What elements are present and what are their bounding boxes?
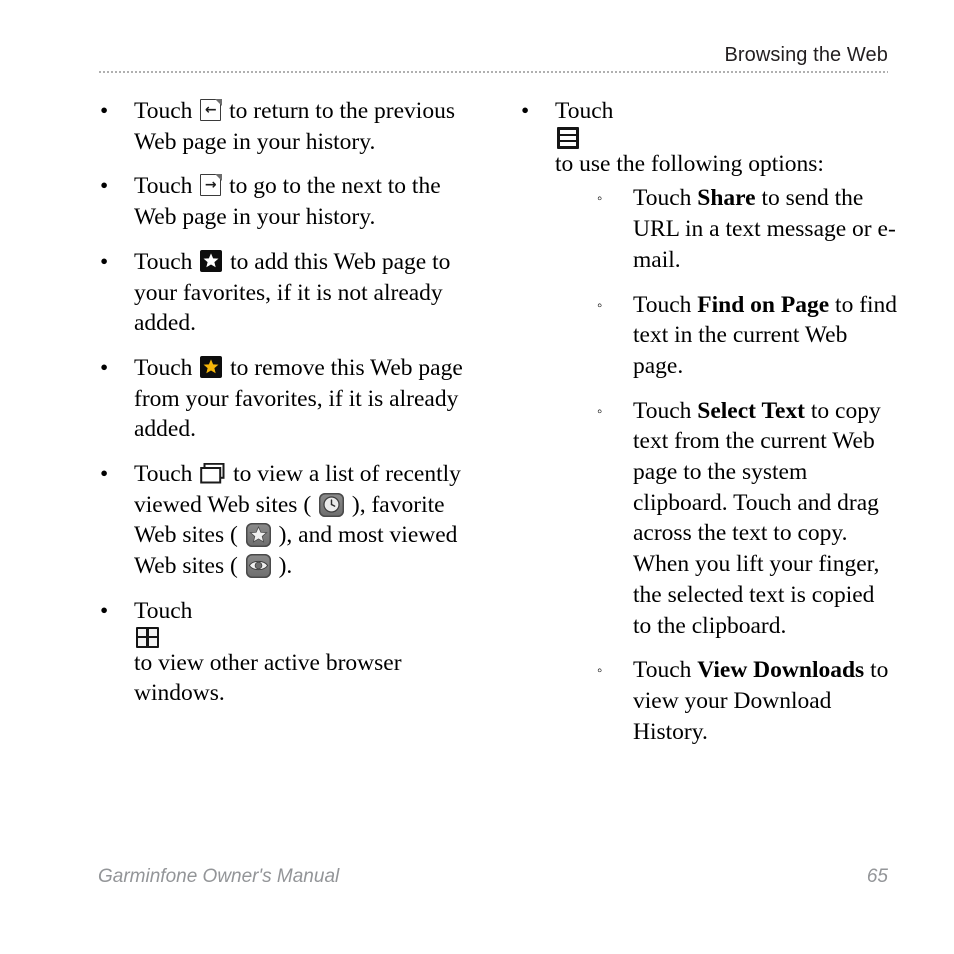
list-item-text-before: Touch — [134, 248, 193, 275]
window-pane — [138, 628, 147, 636]
list-item: • Touch to use the following options: ◦ … — [519, 96, 898, 747]
sub-item-text-before: Touch — [633, 291, 692, 318]
list-item-text-before: Touch — [134, 173, 193, 200]
menu-bar — [560, 135, 576, 140]
footer-page-number: 65 — [866, 866, 888, 887]
header-dotted-rule — [98, 71, 888, 73]
list-item-text-after: to view other active browser windows. — [134, 649, 402, 707]
sub-item-text-before: Touch — [633, 657, 692, 684]
page-header-title: Browsing the Web — [724, 44, 888, 66]
list-item: • Touch to view other active browser win… — [98, 596, 477, 709]
list-item: • Touch to remove this Web page from you… — [98, 353, 477, 445]
list-item: ◦ Touch Select Text to copy text from th… — [593, 396, 898, 642]
bullet-marker: • — [100, 173, 109, 200]
left-bullet-list: • Touch ← to return to the previous Web … — [98, 96, 477, 709]
sub-bullet-marker: ◦ — [597, 297, 603, 314]
list-item-text-before: Touch — [134, 461, 193, 488]
sub-bullet-marker: ◦ — [597, 403, 603, 420]
forward-arrow-page-icon[interactable]: → — [200, 173, 222, 197]
sub-item-text-before: Touch — [633, 185, 692, 212]
page-footer: Garminfone Owner's Manual 65 — [98, 866, 888, 888]
bullet-marker: • — [521, 98, 530, 124]
favorites-star-icon[interactable] — [245, 523, 271, 548]
list-item: ◦ Touch Find on Page to find text in the… — [593, 290, 898, 382]
browser-windows-grid-icon[interactable] — [136, 626, 159, 648]
sub-bullet-marker: ◦ — [597, 191, 603, 208]
list-item: ◦ Touch View Downloads to view your Down… — [593, 655, 898, 747]
remove-favorite-star-icon[interactable] — [200, 355, 223, 378]
window-pane — [148, 638, 157, 646]
window-pane — [138, 638, 147, 646]
forward-arrow-glyph: → — [204, 177, 217, 194]
menu-hamburger-icon[interactable] — [557, 126, 579, 149]
footer-manual-title: Garminfone Owner's Manual — [98, 866, 340, 887]
bullet-marker: • — [100, 248, 109, 275]
list-item: • Touch to view a list of recently viewe… — [98, 459, 477, 582]
content-columns: • Touch ← to return to the previous Web … — [98, 96, 898, 761]
add-favorite-star-icon[interactable] — [200, 249, 223, 272]
menu-options-list: ◦ Touch Share to send the URL in a text … — [555, 183, 898, 747]
left-column: • Touch ← to return to the previous Web … — [98, 96, 477, 761]
back-arrow-glyph: ← — [204, 102, 217, 118]
recent-clock-icon[interactable] — [319, 492, 345, 517]
right-bullet-list: • Touch to use the following options: ◦ … — [519, 96, 898, 747]
list-item-text-after: to use the following options: — [555, 150, 824, 177]
sub-item-text-after: to copy text from the current Web page t… — [633, 397, 881, 639]
back-arrow-page-icon[interactable]: ← — [200, 98, 222, 121]
sub-item-text-before: Touch — [633, 397, 692, 424]
list-item-text-before: Touch — [134, 597, 193, 624]
window-pane — [148, 628, 157, 636]
bullet-marker: • — [100, 597, 109, 624]
menu-option-share[interactable]: Share — [697, 185, 755, 211]
sub-bullet-marker: ◦ — [597, 663, 603, 680]
menu-option-select-text[interactable]: Select Text — [697, 398, 805, 424]
bullet-marker: • — [100, 461, 109, 488]
menu-option-view-downloads[interactable]: View Downloads — [697, 657, 864, 683]
list-item-text-before: Touch — [555, 98, 614, 124]
list-item: ◦ Touch Share to send the URL in a text … — [593, 183, 898, 275]
list-item-text-before: Touch — [134, 354, 193, 381]
menu-bar — [560, 141, 576, 146]
list-item: • Touch to add this Web page to your fav… — [98, 247, 477, 339]
bullet-marker: • — [100, 354, 109, 381]
right-column: • Touch to use the following options: ◦ … — [519, 96, 898, 761]
bookmarks-folder-icon[interactable] — [200, 462, 225, 484]
menu-bar — [560, 129, 576, 134]
list-item: • Touch ← to return to the previous Web … — [98, 96, 477, 157]
page-header: Browsing the Web — [98, 44, 888, 67]
list-item-text-before: Touch — [134, 98, 193, 124]
list-item-text-segment: ). — [278, 553, 293, 580]
list-item: • Touch → to go to the next to the Web p… — [98, 171, 477, 232]
menu-option-find-on-page[interactable]: Find on Page — [697, 292, 829, 318]
bullet-marker: • — [100, 98, 109, 124]
most-viewed-eye-icon[interactable] — [245, 554, 271, 579]
